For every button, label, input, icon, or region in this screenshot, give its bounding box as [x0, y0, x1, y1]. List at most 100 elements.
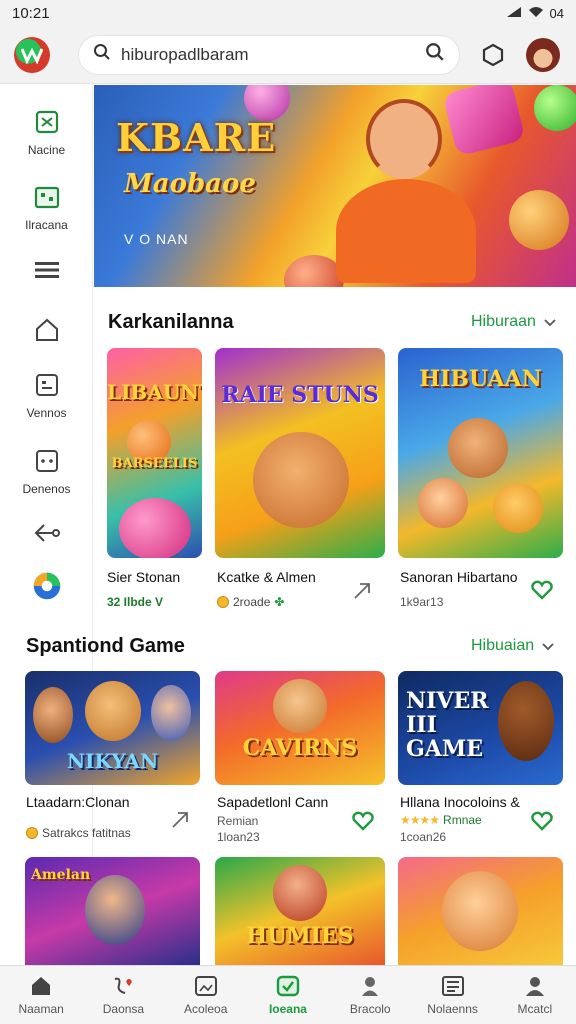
nav-label: Naaman	[18, 1002, 64, 1016]
favorite-heart-icon[interactable]	[352, 811, 374, 833]
status-icons: 04	[506, 6, 564, 21]
hexagon-icon[interactable]	[478, 40, 508, 70]
nav-label: Acoleoa	[184, 1002, 228, 1016]
sidebar-item-label: Nacine	[27, 143, 66, 157]
game-card-art	[85, 875, 145, 945]
game-card-art-subtitle: BARSEELIS	[111, 456, 198, 471]
app-header: hiburopadlbaram	[0, 26, 576, 84]
profile-icon	[523, 974, 547, 998]
game-card-meta: 32 Ilbde V	[107, 595, 164, 609]
section-see-more[interactable]: Hibuaian	[471, 637, 554, 655]
search-submit-icon[interactable]	[425, 42, 445, 67]
banner-tagline: V O NAN	[124, 231, 189, 247]
sidebar-item-app[interactable]	[0, 571, 93, 601]
game-card-title[interactable]: Hllana Inocoloins &	[400, 794, 520, 810]
search-icon	[93, 43, 111, 66]
game-card-meta-secondary: 1loan23	[217, 830, 260, 844]
game-card-title[interactable]: Sanoran Hibartano	[400, 569, 518, 585]
game-card-art	[418, 478, 468, 528]
game-card-art-title: Amelan	[31, 867, 91, 883]
game-card-meta-text: Rmnae	[443, 813, 482, 827]
game-card-art-title: CAVIRNS	[242, 735, 358, 761]
nav-item-bracolo[interactable]: Bracolo	[329, 966, 411, 1024]
favorite-heart-icon[interactable]	[531, 811, 553, 833]
wifi-icon	[528, 6, 544, 21]
sidebar-item-vennos[interactable]: Vennos	[0, 370, 93, 420]
coin-icon	[26, 827, 38, 839]
search-bar[interactable]: hiburopadlbaram	[78, 34, 460, 75]
game-card-meta-text: Satrakcs fatitnas	[42, 826, 131, 840]
calendar-icon	[32, 370, 62, 400]
news-icon	[441, 974, 465, 998]
favorite-heart-icon[interactable]	[531, 580, 553, 602]
signal-icon	[506, 6, 522, 21]
home-icon	[29, 974, 53, 998]
game-card-title[interactable]: Kcatke & Almen	[217, 569, 316, 585]
image-icon	[194, 974, 218, 998]
game-card-art-title: NIKYAN	[66, 749, 159, 773]
sidebar-item-ilracana[interactable]: Ilracana	[0, 182, 93, 232]
nav-item-acoleoa[interactable]: Acoleoa	[165, 966, 247, 1024]
game-card-title[interactable]: Ltaadarn:Clonan	[26, 794, 130, 810]
game-card[interactable]: HUMIES	[215, 857, 385, 965]
game-card-meta: 1k9ar13	[400, 595, 444, 609]
sidebar-item-list[interactable]	[0, 255, 93, 285]
app-logo[interactable]	[14, 36, 50, 73]
nav-item-daonsa[interactable]: Daonsa	[82, 966, 164, 1024]
game-card-art	[273, 679, 327, 733]
app-logo-icon	[32, 571, 62, 601]
banner-subtitle: Maobaoe	[124, 169, 256, 199]
game-card[interactable]: Amelan	[25, 857, 200, 965]
grid-box-icon	[32, 182, 62, 212]
battery-level: 04	[549, 5, 564, 21]
nav-item-nolaenns[interactable]: Nolaenns	[411, 966, 493, 1024]
game-card[interactable]: HIBUAAN	[398, 348, 563, 558]
section-see-more[interactable]: Hiburaan	[471, 313, 556, 331]
game-card[interactable]: LIBAUNT BARSEELIS	[107, 348, 202, 558]
game-card-title[interactable]: Sapadetlonl Cann	[217, 794, 328, 810]
sidebar-item-denenos[interactable]: Denenos	[0, 446, 93, 496]
game-card-meta-text: 2roade	[233, 595, 271, 609]
game-card-meta: Satrakcs fatitnas	[26, 826, 131, 840]
nav-item-naaman[interactable]: Naaman	[0, 966, 82, 1024]
sidebar-item-label: Denenos	[22, 482, 71, 496]
status-bar: 10:21 04	[0, 0, 576, 26]
sidebar-item-home[interactable]	[0, 315, 93, 345]
game-card-art	[448, 418, 508, 478]
rating-stars-icon: ★★★★	[400, 813, 440, 827]
game-card[interactable]: RAIE STUNS	[215, 348, 385, 558]
game-card[interactable]: NIVER III GAME	[398, 671, 563, 785]
game-card-art	[442, 871, 518, 951]
avatar[interactable]	[526, 37, 560, 72]
game-card[interactable]: CAVIRNS	[215, 671, 385, 785]
game-card-meta: ★★★★ Rmnae	[400, 813, 482, 827]
share-icon[interactable]	[352, 581, 374, 603]
game-card-art-title: LIBAUNT	[107, 380, 202, 404]
status-time: 10:21	[12, 4, 50, 22]
game-card-meta-secondary: 1coan26	[400, 830, 447, 844]
nav-item-mcatcl[interactable]: Mcatcl	[494, 966, 576, 1024]
gamepad-icon	[32, 107, 62, 137]
game-card[interactable]: NIKYAN	[25, 671, 200, 785]
sidebar-item-nacine[interactable]: Nacine	[0, 107, 93, 157]
sidebar-item-back[interactable]	[0, 518, 93, 548]
game-card-art	[253, 432, 349, 528]
section-title: Karkanilanna	[108, 311, 234, 333]
balloon-decoration	[534, 85, 576, 131]
heart-curve-icon	[111, 974, 135, 998]
back-arrow-icon	[32, 518, 62, 548]
game-card-art	[85, 681, 141, 741]
nav-item-ioeana[interactable]: Ioeana	[247, 966, 329, 1024]
bottom-nav: Naaman Daonsa Acoleoa Ioeana Bracolo Nol…	[0, 965, 576, 1024]
gamepad-icon	[276, 974, 300, 998]
game-card-meta: 2roade ✤	[217, 595, 284, 609]
share-icon[interactable]	[170, 810, 192, 832]
game-card-art-title: HIBUAAN	[419, 366, 542, 392]
hero-banner[interactable]: KBARE Maobaoe V O NAN	[94, 85, 576, 287]
game-card-art	[151, 685, 191, 741]
home-icon	[32, 315, 62, 345]
search-input[interactable]: hiburopadlbaram	[121, 45, 425, 65]
game-card-title[interactable]: Sier Stonan	[107, 569, 180, 585]
game-card[interactable]	[398, 857, 563, 965]
game-card-art-title: HUMIES	[246, 923, 354, 949]
